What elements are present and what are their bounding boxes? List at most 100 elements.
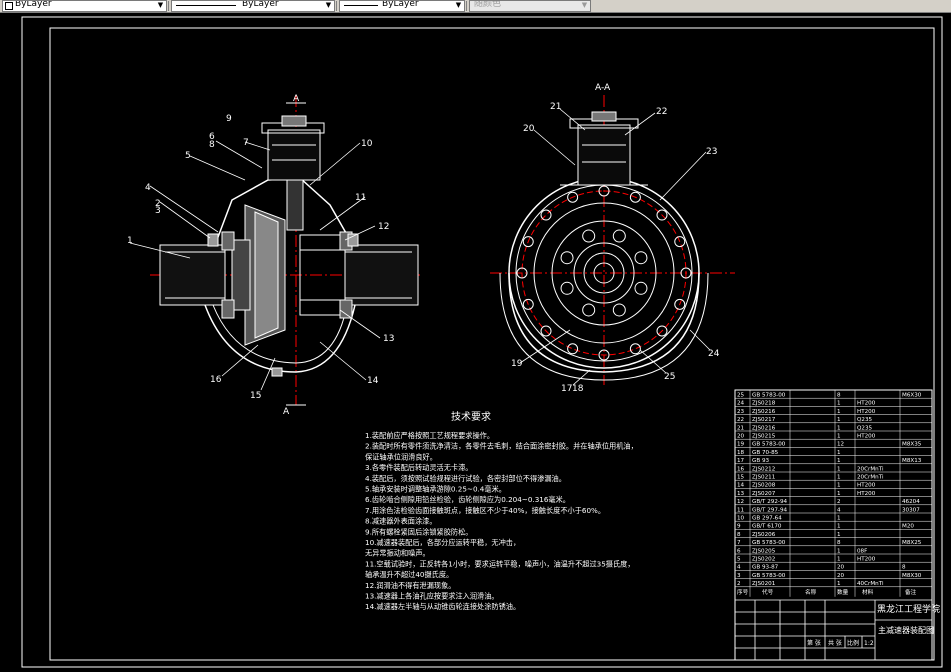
bom-cell-no: 23	[737, 409, 745, 415]
bom-cell-qty: 1	[837, 516, 841, 522]
bom-header-material: 材料	[862, 588, 874, 596]
tech-requirements-list: 1.装配前应严格按照工艺规程要求操作。 2.装配时所有零件须洗净清洁，各零件去毛刺…	[365, 431, 638, 611]
plotstyle-control-dropdown[interactable]: 随颜色 ▼	[469, 0, 591, 12]
bom-cell-qty: 1	[837, 532, 841, 538]
bom-cell-qty: 4	[837, 507, 841, 513]
bom-cell-code: GB 93-87	[752, 565, 779, 571]
bom-header-qty: 数量	[837, 588, 849, 596]
bom-cell-code: ZJS0212	[752, 466, 775, 472]
inner-bolt-hole	[634, 251, 648, 265]
tech-requirement-line: 轴承温升不超过40摄氏度。	[365, 570, 453, 579]
chevron-down-icon[interactable]: ▼	[580, 1, 589, 11]
bom-cell-material: 40CrMnTi	[857, 581, 884, 587]
bom-cell-no: 3	[737, 573, 741, 579]
bom-cell-material: HT200	[857, 434, 876, 440]
bom-cell-no: 15	[737, 475, 745, 481]
tech-requirement-line: 3.各零件装配后转动灵活无卡滞。	[365, 463, 472, 472]
balloon-20: 20	[523, 124, 535, 134]
tech-requirement-line: 6.齿轮啮合侧隙用铅丝检验，齿轮侧隙应为0.204~0.316毫米。	[365, 495, 570, 504]
technical-requirements: 技术要求 1.装配前应严格按照工艺规程要求操作。 2.装配时所有零件须洗净清洁，各…	[365, 410, 638, 611]
bom-cell-no: 17	[737, 458, 745, 464]
balloon-23: 23	[706, 147, 717, 157]
bom-cell-qty: 8	[837, 540, 841, 546]
outer-bolt-hole	[629, 343, 641, 355]
balloon-12: 12	[378, 222, 389, 232]
outer-bolt-hole	[567, 343, 579, 355]
bom-cell-no: 11	[737, 507, 745, 513]
linetype-control-dropdown[interactable]: ByLayer ▼	[171, 0, 335, 12]
bolt-circle-holes	[516, 185, 692, 361]
bom-cell-qty: 1	[837, 401, 841, 407]
bom-cell-qty: 1	[837, 450, 841, 456]
balloon-18: 18	[572, 384, 584, 394]
bom-header-name: 名称	[805, 588, 817, 596]
bom-cell-qty: 1	[837, 434, 841, 440]
balloon-16: 16	[210, 375, 222, 385]
balloon-21: 21	[550, 102, 561, 112]
bom-cell-material: 20CrMnTi	[857, 475, 884, 481]
lineweight-control-dropdown[interactable]: ByLayer ▼	[339, 0, 465, 12]
bom-cell-code: GB/T 292-94	[752, 499, 788, 505]
bom-cell-qty: 1	[837, 491, 841, 497]
bom-cell-material: 08F	[857, 548, 867, 554]
bom-cell-qty: 12	[837, 442, 844, 448]
inner-bolt-hole	[634, 281, 648, 295]
bom-header-code: 代号	[762, 588, 774, 596]
bom-cell-material: 20CrMnTi	[857, 466, 884, 472]
bom-rows: 25 GB 5783-00 8 M6X3024 ZJS0218 1 HT20023 ZJS02…	[734, 390, 933, 597]
cad-drawing-canvas[interactable]: 1 2 3 4 5 6 7 8 9 10 11 12 13 14 15 16 A…	[0, 12, 951, 672]
tech-requirement-line: 无异常振动和噪声。	[365, 549, 430, 558]
bom-cell-qty: 20	[837, 565, 845, 571]
bom-cell-note: M6X30	[902, 393, 922, 399]
bom-cell-no: 16	[737, 466, 745, 472]
bom-cell-code: ZJS0211	[752, 475, 776, 481]
tech-requirement-line: 2.装配时所有零件须洗净清洁，各零件去毛刺，结合面涂密封胶。并在轴承位用机油，	[365, 442, 638, 451]
scale-value: 1:2	[864, 640, 874, 647]
tech-requirement-line: 8.减速器外表面涂漆。	[365, 517, 437, 526]
bom-cell-code: ZJS0218	[752, 401, 776, 407]
chevron-down-icon[interactable]: ▼	[454, 1, 463, 11]
tech-requirement-line: 7.用涂色法检验齿面接触斑点，接触区不少于40%，接触长度不小于60%。	[365, 506, 605, 515]
bom-cell-code: ZJS0207	[752, 491, 776, 497]
bom-cell-qty: 1	[837, 524, 841, 530]
bom-cell-no: 12	[737, 499, 744, 505]
inner-bolt-hole	[582, 229, 596, 243]
bom-cell-no: 21	[737, 425, 745, 431]
bom-cell-note: 8	[902, 565, 906, 571]
tech-requirement-line: 1.装配前应严格按照工艺规程要求操作。	[365, 431, 494, 440]
tech-requirement-line: 10.减速器装配后，各部分应运转平稳，无冲击，	[365, 538, 520, 547]
bom-cell-code: GB/T 297-94	[752, 507, 788, 513]
balloon-17: 17	[561, 384, 572, 394]
bom-cell-code: GB 5783-00	[752, 442, 786, 448]
balloon-22: 22	[656, 107, 667, 117]
sheet-number-label: 第 张	[807, 639, 821, 647]
balloon-3: 3	[155, 206, 161, 216]
color-control-dropdown[interactable]: ByLayer ▼	[2, 0, 167, 12]
balloon-14: 14	[367, 376, 379, 386]
bom-cell-qty: 1	[837, 548, 841, 554]
bom-cell-no: 6	[737, 548, 741, 554]
bom-cell-code: ZJS0205	[752, 548, 776, 554]
bom-cell-no: 13	[737, 491, 745, 497]
bom-cell-no: 4	[737, 565, 741, 571]
chevron-down-icon[interactable]: ▼	[156, 1, 165, 11]
bom-cell-note: 30307	[902, 507, 920, 513]
bom-cell-qty: 1	[837, 417, 841, 423]
bom-cell-no: 22	[737, 417, 744, 423]
tech-requirement-line: 5.轴承安装时调整轴承游隙0.25~0.4毫米。	[365, 485, 506, 494]
tech-requirement-line: 12.润滑油不得有泄漏现象。	[365, 581, 456, 590]
chevron-down-icon[interactable]: ▼	[324, 1, 333, 11]
bom-cell-code: GB 5783-00	[752, 393, 786, 399]
tech-requirement-line: 4.装配后，须按照试验规程进行试验，各密封部位不得渗漏油。	[365, 474, 566, 483]
balloon-5: 5	[185, 151, 191, 161]
bom-cell-code: ZJS0201	[752, 581, 776, 587]
balloon-15: 15	[250, 391, 261, 401]
bom-cell-code: GB 70-85	[752, 450, 779, 456]
inner-bolt-hole	[612, 229, 626, 243]
balloon-4: 4	[145, 183, 151, 193]
bom-cell-qty: 20	[837, 573, 845, 579]
inner-bolt-hole	[582, 303, 596, 317]
bom-cell-code: GB 93	[752, 458, 770, 464]
bom-cell-note: 46204	[902, 499, 920, 505]
bom-cell-code: ZJS0208	[752, 483, 776, 489]
